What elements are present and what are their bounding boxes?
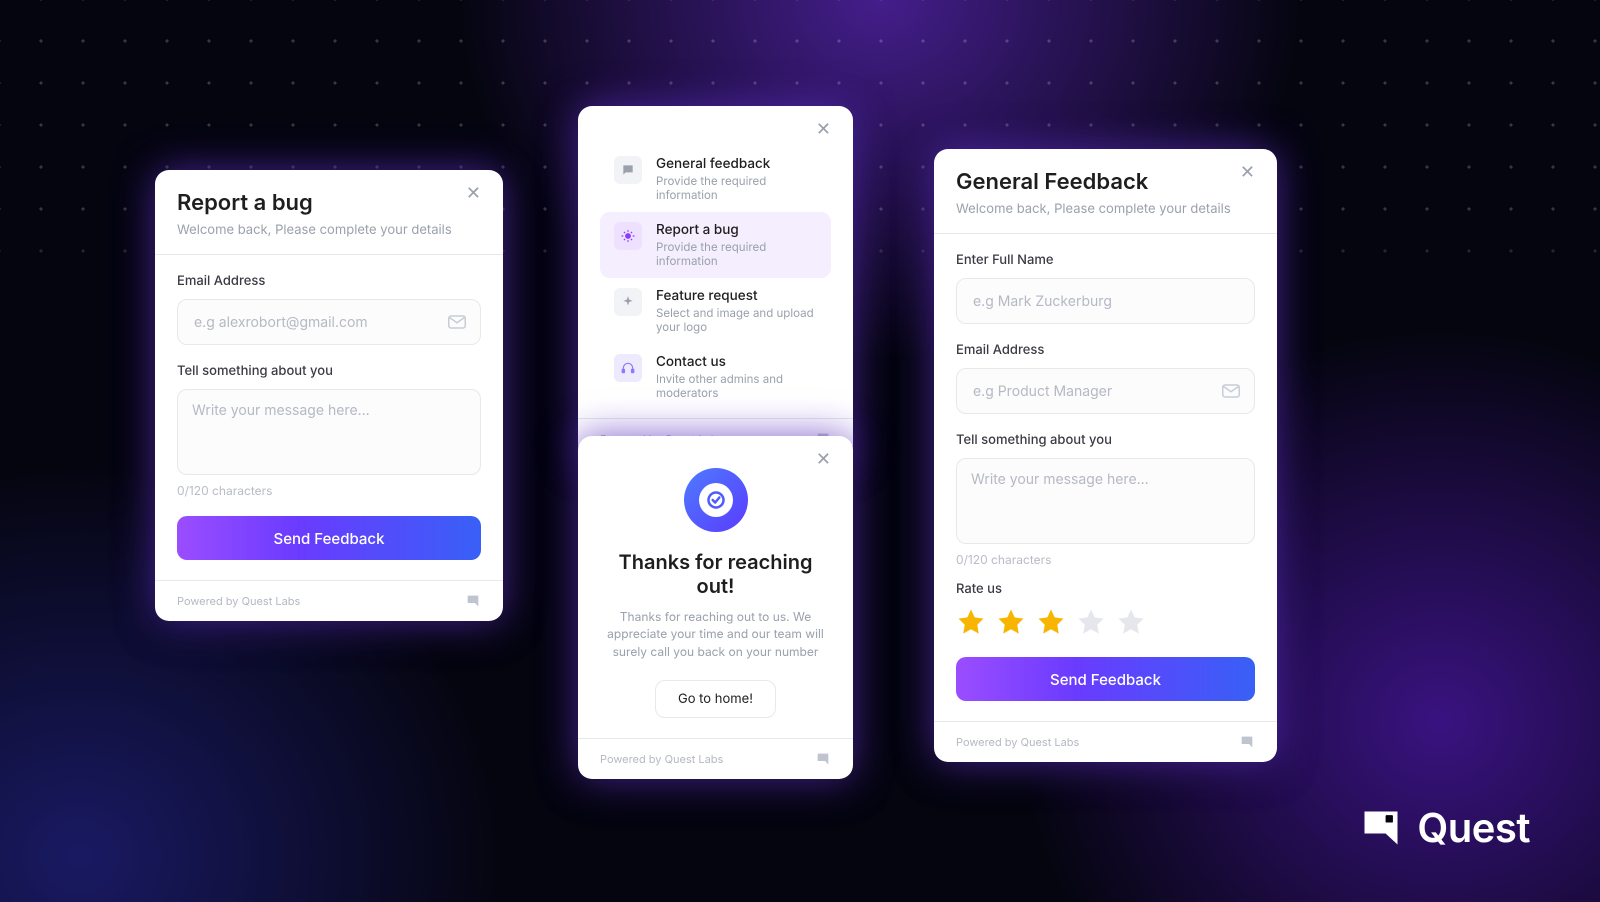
menu-item-feature-request[interactable]: Feature request Select and image and upl… [600,278,831,344]
close-button[interactable]: ✕ [1234,163,1261,183]
menu-item-title: Feature request [656,288,817,304]
close-icon: ✕ [1240,162,1255,183]
close-icon: ✕ [816,119,831,140]
mail-icon [448,315,466,329]
powered-by-label: Powered by Quest Labs [600,752,723,766]
menu-item-general-feedback[interactable]: General feedback Provide the required in… [600,146,831,212]
menu-item-subtitle: Provide the required information [656,240,817,268]
menu-item-title: Report a bug [656,222,817,238]
card-subtitle: Welcome back, Please complete your detai… [177,222,481,238]
star-empty-icon[interactable] [1116,607,1146,637]
quest-brand-logo: Quest [1359,803,1530,852]
about-label: Tell something about you [177,363,481,379]
bug-icon [614,222,642,250]
quest-logo-icon [1359,806,1403,850]
card-title: Report a bug [177,190,481,216]
star-filled-icon[interactable] [1036,607,1066,637]
menu-item-subtitle: Select and image and upload your logo [656,306,817,334]
thanks-body: Thanks for reaching out to us. We apprec… [600,608,831,660]
card-footer: Powered by Quest Labs [155,580,503,621]
char-counter: 0/120 characters [177,483,481,498]
close-button[interactable]: ✕ [810,120,837,140]
headset-icon [614,354,642,382]
char-counter: 0/120 characters [956,552,1255,567]
name-input[interactable] [971,292,1240,311]
email-input[interactable] [192,313,448,332]
menu-item-subtitle: Provide the required information [656,174,817,202]
close-icon: ✕ [816,449,831,470]
star-rating[interactable] [956,607,1255,637]
send-feedback-button[interactable]: Send Feedback [177,516,481,560]
success-badge [684,468,748,532]
chat-icon [614,156,642,184]
thanks-title: Thanks for reaching out! [600,550,831,598]
sparkle-icon [614,288,642,316]
powered-by-label: Powered by Quest Labs [177,594,300,608]
report-bug-card: ✕ Report a bug Welcome back, Please comp… [155,170,503,621]
close-button[interactable]: ✕ [810,450,837,470]
send-feedback-button[interactable]: Send Feedback [956,657,1255,701]
card-footer: Powered by Quest Labs [934,721,1277,762]
quest-brand-text: Quest [1417,803,1530,852]
quest-mini-icon [815,751,831,767]
name-label: Enter Full Name [956,252,1255,268]
rate-label: Rate us [956,581,1255,597]
powered-by-label: Powered by Quest Labs [956,735,1079,749]
name-field[interactable] [956,278,1255,324]
email-label: Email Address [956,342,1255,358]
menu-item-title: General feedback [656,156,817,172]
message-textarea[interactable]: Write your message here... [177,389,481,475]
card-footer: Powered by Quest Labs [578,738,853,779]
about-label: Tell something about you [956,432,1255,448]
quest-mini-icon [1239,734,1255,750]
menu-item-report-bug[interactable]: Report a bug Provide the required inform… [600,212,831,278]
feedback-type-menu-card: ✕ General feedback Provide the required … [578,106,853,459]
star-empty-icon[interactable] [1076,607,1106,637]
email-input[interactable] [971,382,1222,401]
quest-mini-icon [465,593,481,609]
email-label: Email Address [177,273,481,289]
card-subtitle: Welcome back, Please complete your detai… [956,201,1255,217]
email-field[interactable] [956,368,1255,414]
general-feedback-card: ✕ General Feedback Welcome back, Please … [934,149,1277,762]
star-filled-icon[interactable] [956,607,986,637]
email-field[interactable] [177,299,481,345]
star-filled-icon[interactable] [996,607,1026,637]
close-icon: ✕ [466,183,481,204]
menu-item-contact-us[interactable]: Contact us Invite other admins and moder… [600,344,831,410]
message-textarea[interactable]: Write your message here... [956,458,1255,544]
card-title: General Feedback [956,169,1255,195]
menu-item-title: Contact us [656,354,817,370]
mail-icon [1222,384,1240,398]
menu-item-subtitle: Invite other admins and moderators [656,372,817,400]
go-home-button[interactable]: Go to home! [655,680,776,718]
thank-you-card: ✕ Thanks for reaching out! Thanks for re… [578,436,853,779]
close-button[interactable]: ✕ [460,184,487,204]
check-circle-icon [706,490,726,510]
